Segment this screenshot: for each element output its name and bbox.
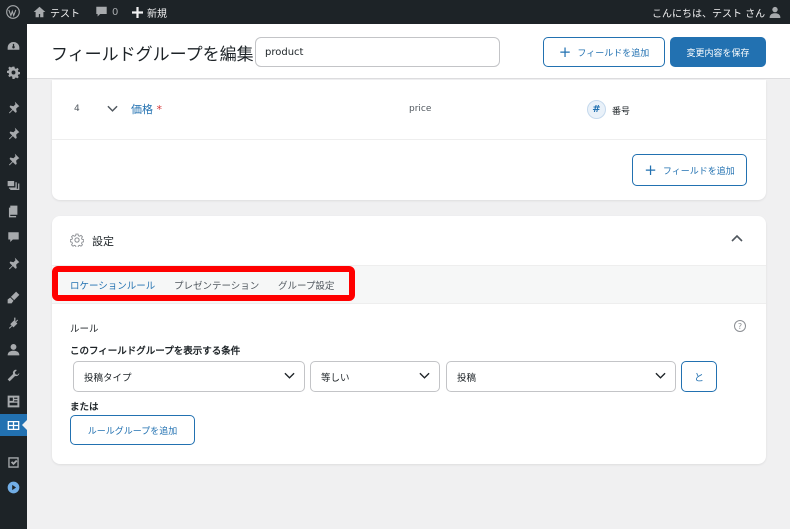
- field-name: price: [409, 104, 432, 114]
- chevron-down-icon: [655, 372, 666, 379]
- settings-icon[interactable]: [0, 390, 27, 412]
- pin-icon[interactable]: [0, 122, 27, 144]
- rule-value-select[interactable]: 投稿: [446, 361, 676, 392]
- admin-bar-new[interactable]: 新規: [132, 0, 167, 24]
- chevron-up-icon[interactable]: [731, 234, 743, 242]
- rule-param-value: 投稿タイプ: [84, 372, 132, 384]
- new-label: 新規: [147, 8, 167, 20]
- header-add-field-label: フィールドを追加: [577, 48, 650, 59]
- admin-bar: テスト 0 新規 こんにちは、テスト さん: [0, 0, 790, 24]
- field-group-title-input[interactable]: [255, 37, 500, 67]
- rule-operator-value: 等しい: [321, 372, 350, 384]
- rules-label: ルール: [70, 324, 99, 335]
- field-order: 4: [74, 104, 80, 114]
- settings-header[interactable]: 設定: [52, 216, 766, 266]
- pin-icon[interactable]: [0, 96, 27, 118]
- rule-param-select[interactable]: 投稿タイプ: [73, 361, 305, 392]
- comments-count: 0: [112, 6, 119, 18]
- field-label[interactable]: 価格 *: [131, 101, 162, 117]
- pin-icon[interactable]: [0, 148, 27, 170]
- plus-icon: +: [558, 42, 572, 61]
- header-add-field-button[interactable]: + フィールドを追加: [543, 37, 665, 67]
- site-name: テスト: [50, 8, 80, 20]
- pages-icon[interactable]: [0, 200, 27, 222]
- play-icon[interactable]: [0, 476, 27, 498]
- custom-fields-icon[interactable]: [0, 414, 27, 436]
- settings-panel: 設定 ロケーションルール プレゼンテーション グループ設定 ルール ? このフィ…: [52, 216, 766, 464]
- tab-presentation[interactable]: プレゼンテーション: [174, 278, 259, 292]
- user-avatar-icon: [769, 6, 781, 18]
- gear-icon[interactable]: [0, 61, 27, 83]
- tab-group-settings[interactable]: グループ設定: [278, 278, 334, 292]
- chevron-down-icon[interactable]: [107, 105, 118, 113]
- page-title: フィールドグループを編集: [51, 45, 254, 65]
- add-field-button[interactable]: + フィールドを追加: [632, 154, 747, 186]
- users-icon[interactable]: [0, 338, 27, 360]
- help-icon[interactable]: ?: [734, 320, 746, 332]
- field-label-text: 価格: [131, 103, 153, 116]
- admin-sidebar: [0, 24, 27, 529]
- or-label: または: [70, 402, 99, 413]
- tools-icon[interactable]: [0, 364, 27, 386]
- comments-icon[interactable]: [0, 226, 27, 248]
- admin-bar-site[interactable]: テスト: [33, 0, 80, 24]
- tab-location-rules[interactable]: ロケーションルール: [70, 278, 155, 292]
- add-field-label: フィールドを追加: [662, 166, 735, 177]
- home-icon: [33, 6, 46, 18]
- greeting: こんにちは、テスト さん: [652, 8, 766, 20]
- comment-icon: [96, 6, 107, 17]
- media-icon[interactable]: [0, 174, 27, 196]
- admin-bar-account[interactable]: こんにちは、テスト さん: [652, 0, 781, 24]
- required-mark: *: [156, 103, 163, 116]
- plugins-icon[interactable]: [0, 312, 27, 334]
- check-icon[interactable]: [0, 451, 27, 473]
- settings-tabs: ロケーションルール プレゼンテーション グループ設定: [52, 266, 766, 304]
- rule-operator-select[interactable]: 等しい: [310, 361, 440, 392]
- field-type: 番号: [612, 107, 631, 117]
- condition-label: このフィールドグループを表示する条件: [70, 346, 241, 357]
- number-type-icon: #: [587, 100, 606, 119]
- chevron-down-icon: [284, 372, 295, 379]
- chevron-down-icon: [419, 372, 430, 379]
- save-changes-button[interactable]: 変更内容を保存: [670, 37, 766, 67]
- appearance-icon[interactable]: [0, 286, 27, 308]
- wordpress-logo-icon[interactable]: [6, 0, 20, 24]
- page-header: フィールドグループを編集 + フィールドを追加 変更内容を保存: [27, 24, 790, 79]
- admin-bar-comments[interactable]: 0: [95, 0, 118, 24]
- add-and-rule-button[interactable]: と: [681, 361, 717, 392]
- field-row[interactable]: 4 価格 * price # 番号: [52, 80, 766, 140]
- rule-value-value: 投稿: [457, 372, 477, 384]
- plus-icon: [132, 6, 143, 18]
- plus-icon: +: [644, 160, 657, 179]
- add-rule-group-button[interactable]: ルールグループを追加: [70, 415, 195, 445]
- settings-title: 設定: [92, 235, 114, 248]
- pin-icon[interactable]: [0, 252, 27, 274]
- fields-panel: 4 価格 * price # 番号 + フィールドを追加: [52, 80, 766, 200]
- dashboard-icon[interactable]: [0, 35, 27, 57]
- gear-icon: [70, 233, 84, 247]
